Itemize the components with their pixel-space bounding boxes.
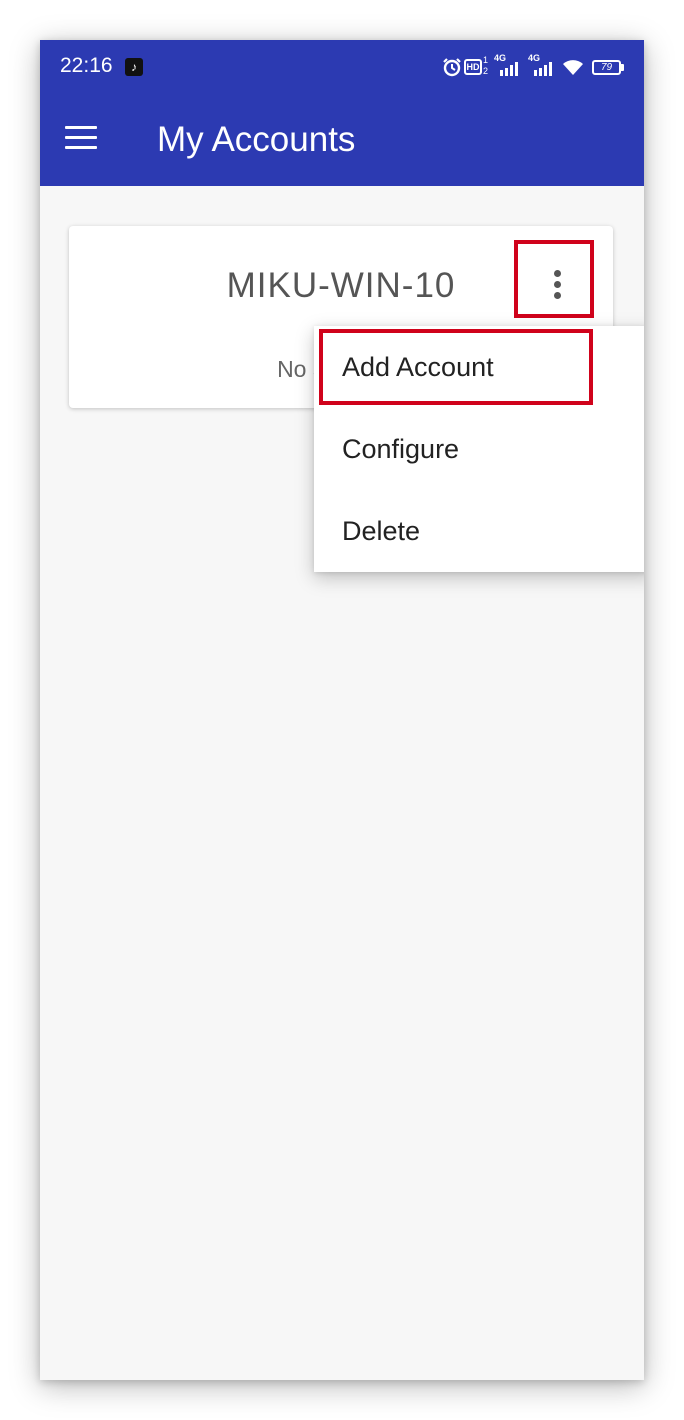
hd-icon: HD 1 2 — [464, 55, 490, 77]
hd-sub-2: 2 — [483, 66, 489, 76]
more-vert-icon — [554, 270, 561, 277]
menu-item-configure[interactable]: Configure — [314, 408, 644, 490]
hd-label: HD — [464, 59, 482, 75]
menu-item-label: Delete — [342, 516, 421, 546]
status-bar: 22:16 ♪ HD 1 2 4G 4G 79 — [40, 40, 644, 92]
more-vert-icon — [554, 292, 561, 299]
menu-item-label: Add Account — [342, 352, 494, 382]
battery-cap — [621, 64, 624, 71]
signal-bars-icon — [534, 62, 552, 76]
status-icons: HD 1 2 4G 4G 79 — [442, 53, 624, 80]
menu-item-delete[interactable]: Delete — [314, 490, 644, 572]
app-bar: My Accounts — [40, 92, 644, 186]
menu-item-add-account[interactable]: Add Account — [314, 326, 644, 408]
status-time: 22:16 — [60, 54, 113, 77]
more-options-button[interactable] — [514, 240, 594, 318]
tiktok-icon: ♪ — [125, 58, 143, 76]
signal-4g-icon: 4G — [528, 53, 556, 76]
overflow-menu: Add Account Configure Delete — [314, 326, 644, 572]
hamburger-menu-icon[interactable] — [65, 126, 97, 150]
more-vert-icon — [554, 281, 561, 288]
wifi-icon — [563, 60, 583, 75]
signal-4g-icon: 4G — [494, 53, 522, 76]
hd-sub-1: 1 — [483, 55, 489, 65]
battery-icon: 79 — [592, 60, 621, 75]
signal-bars-icon — [500, 62, 518, 76]
phone-screen: 22:16 ♪ HD 1 2 4G 4G 79 My Accounts MIKU… — [40, 40, 644, 1380]
page-title: My Accounts — [157, 120, 356, 159]
menu-item-label: Configure — [342, 434, 460, 464]
alarm-icon — [443, 58, 461, 77]
